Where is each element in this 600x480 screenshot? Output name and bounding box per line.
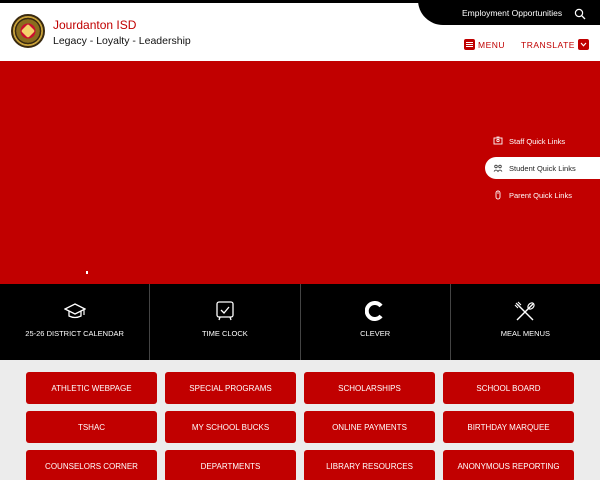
site-header: Jourdanton ISD Legacy - Loyalty - Leader…: [0, 0, 600, 61]
school-board-button[interactable]: SCHOOL BOARD: [443, 372, 574, 404]
clever-icon: [365, 301, 383, 321]
student-quick-links-button[interactable]: Student Quick Links: [485, 157, 600, 179]
clever-tile[interactable]: CLEVER: [301, 284, 451, 360]
search-icon: [574, 8, 586, 20]
district-calendar-tile[interactable]: 25-26 DISTRICT CALENDAR: [0, 284, 151, 360]
clock-icon: [216, 301, 234, 321]
district-calendar-label: 25-26 DISTRICT CALENDAR: [25, 329, 124, 338]
translate-button[interactable]: TRANSLATE: [521, 38, 589, 51]
special-programs-button[interactable]: SPECIAL PROGRAMS: [165, 372, 296, 404]
my-school-bucks-button[interactable]: MY SCHOOL BUCKS: [165, 411, 296, 443]
meal-menus-tile[interactable]: MEAL MENUS: [451, 284, 600, 360]
staff-quick-links-button[interactable]: Staff Quick Links: [485, 130, 600, 152]
chevron-down-icon: [577, 39, 589, 50]
scholarships-button[interactable]: SCHOLARSHIPS: [304, 372, 435, 404]
library-resources-button[interactable]: LIBRARY RESOURCES: [304, 450, 435, 480]
graduation-cap-icon: [63, 303, 86, 319]
time-clock-label: TIME CLOCK: [201, 329, 248, 338]
online-payments-button[interactable]: ONLINE PAYMENTS: [304, 411, 435, 443]
district-logo-icon[interactable]: [11, 14, 45, 48]
top-strip: [0, 0, 600, 3]
menu-label: MENU: [478, 39, 506, 50]
link-button-grid: ATHLETIC WEBPAGE SPECIAL PROGRAMS SCHOLA…: [0, 360, 600, 480]
translate-label: TRANSLATE: [521, 39, 575, 50]
meal-menus-label: MEAL MENUS: [500, 329, 551, 338]
student-icon: [493, 164, 503, 173]
counselors-corner-button[interactable]: COUNSELORS CORNER: [26, 450, 157, 480]
departments-button[interactable]: DEPARTMENTS: [165, 450, 296, 480]
parent-icon: [495, 190, 501, 200]
pause-icon[interactable]: [85, 270, 89, 275]
time-clock-tile[interactable]: TIME CLOCK: [150, 284, 301, 360]
utility-bar: Employment Opportunities: [418, 0, 600, 25]
quick-tiles-row: 25-26 DISTRICT CALENDAR TIME CLOCK CLEVE…: [0, 284, 600, 360]
clever-label: CLEVER: [360, 329, 391, 338]
staff-icon: [493, 136, 503, 145]
parent-quick-links-button[interactable]: Parent Quick Links: [485, 184, 600, 206]
utensils-icon: [514, 301, 536, 321]
search-button[interactable]: [574, 7, 586, 20]
tshac-button[interactable]: TSHAC: [26, 411, 157, 443]
athletic-webpage-button[interactable]: ATHLETIC WEBPAGE: [26, 372, 157, 404]
staff-quick-links-label: Staff Quick Links: [509, 136, 566, 146]
hamburger-icon: [464, 39, 475, 50]
anonymous-reporting-button[interactable]: ANONYMOUS REPORTING: [443, 450, 574, 480]
district-name[interactable]: Jourdanton ISD: [53, 18, 136, 32]
birthday-marquee-button[interactable]: BIRTHDAY MARQUEE: [443, 411, 574, 443]
menu-button[interactable]: MENU: [464, 38, 505, 51]
student-quick-links-label: Student Quick Links: [509, 163, 576, 173]
employment-opportunities-link[interactable]: Employment Opportunities: [462, 8, 562, 18]
district-motto: Legacy - Loyalty - Leadership: [53, 35, 191, 47]
parent-quick-links-label: Parent Quick Links: [509, 190, 572, 200]
